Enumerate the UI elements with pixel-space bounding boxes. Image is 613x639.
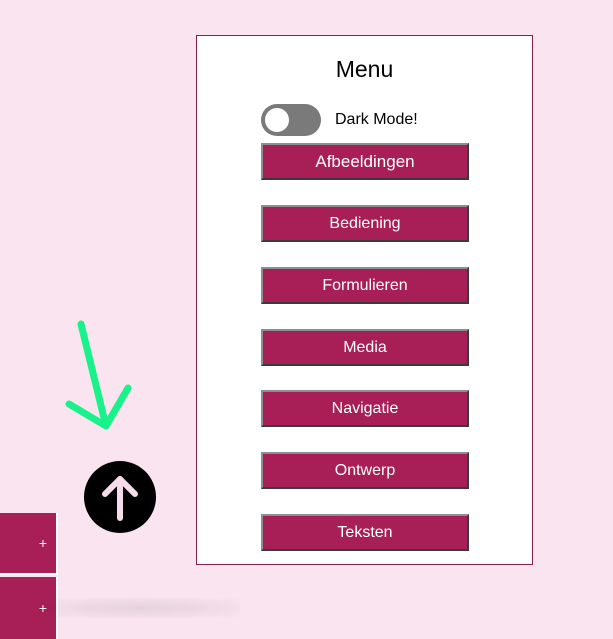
green-arrow-icon (60, 318, 140, 443)
toggle-knob (265, 108, 289, 132)
dark-mode-toggle[interactable] (261, 104, 321, 136)
menu-button-formulieren[interactable]: Formulieren (261, 267, 469, 304)
back-to-top-button[interactable] (84, 461, 156, 533)
menu-button-navigatie[interactable]: Navigatie (261, 390, 469, 427)
menu-button-bediening[interactable]: Bediening (261, 205, 469, 242)
dark-mode-label: Dark Mode! (335, 111, 418, 128)
arrow-up-icon (102, 476, 138, 521)
menu-button-afbeeldingen[interactable]: Afbeeldingen (261, 143, 469, 180)
plus-icon: + (38, 535, 47, 551)
side-expand-button-1[interactable]: + (0, 513, 58, 575)
menu-panel: Menu Dark Mode! Afbeeldingen Bediening F… (196, 35, 533, 565)
menu-button-media[interactable]: Media (261, 329, 469, 366)
menu-button-ontwerp[interactable]: Ontwerp (261, 452, 469, 489)
menu-title: Menu (335, 56, 394, 82)
bottom-shadow (40, 598, 240, 618)
dark-mode-row: Dark Mode! (261, 104, 418, 136)
menu-button-teksten[interactable]: Teksten (261, 514, 469, 551)
